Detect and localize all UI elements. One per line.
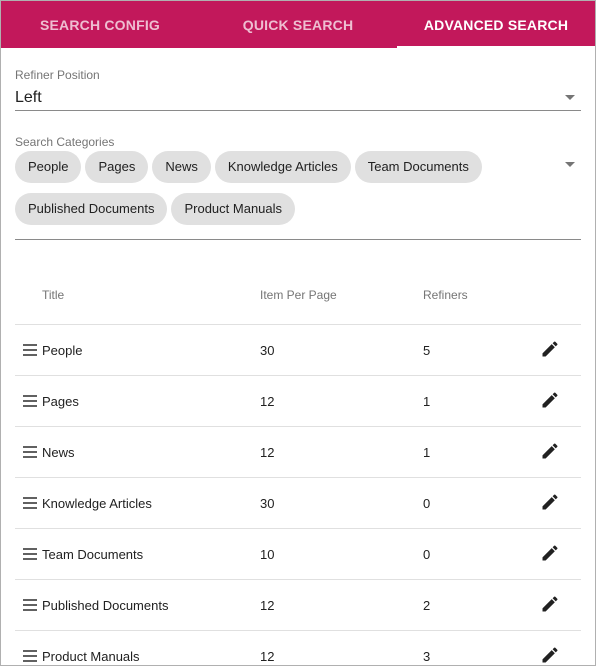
row-refiners: 1 (422, 426, 519, 478)
title-column-header: Title (41, 266, 259, 325)
category-chip[interactable]: Product Manuals (171, 193, 296, 225)
drag-cell (15, 579, 41, 631)
advanced-search-content: Refiner Position Left Search Categories … (1, 68, 595, 666)
pencil-icon[interactable] (539, 492, 561, 514)
drag-cell (15, 477, 41, 529)
category-chip[interactable]: Knowledge Articles (214, 151, 351, 183)
pencil-icon[interactable] (539, 543, 561, 565)
drag-cell (15, 630, 41, 665)
edit-cell (519, 375, 581, 427)
drag-cell (15, 528, 41, 580)
row-refiners: 1 (422, 375, 519, 427)
advanced-search-panel: SEARCH CONFIG QUICK SEARCH ADVANCED SEAR… (0, 0, 596, 666)
drag-cell (15, 324, 41, 376)
edit-cell (519, 630, 581, 666)
tab-advanced-search[interactable]: ADVANCED SEARCH (397, 1, 595, 48)
edit-cell (519, 426, 581, 478)
category-chip[interactable]: Team Documents (354, 151, 482, 183)
pencil-icon[interactable] (539, 645, 561, 666)
pencil-icon[interactable] (539, 441, 561, 463)
row-refiners: 2 (422, 579, 519, 631)
table-row: Team Documents 10 0 (15, 528, 581, 580)
drag-cell (15, 426, 41, 478)
refiner-position-value: Left (15, 89, 42, 106)
category-chip[interactable]: News (152, 151, 211, 183)
drag-handle-icon[interactable] (23, 392, 37, 410)
pencil-icon[interactable] (539, 594, 561, 616)
chevron-down-icon (565, 162, 575, 167)
row-title: Team Documents (41, 528, 259, 580)
table-row: Knowledge Articles 30 0 (15, 477, 581, 529)
edit-cell (519, 324, 581, 376)
row-title: Knowledge Articles (41, 477, 259, 529)
row-refiners: 0 (422, 477, 519, 529)
row-title: Product Manuals (41, 630, 259, 665)
category-chip[interactable]: Published Documents (15, 193, 168, 225)
items-per-page-column-header: Item Per Page (259, 266, 422, 325)
table-row: Product Manuals 12 3 (15, 630, 581, 666)
drag-handle-icon[interactable] (23, 647, 37, 665)
drag-handle-icon[interactable] (23, 443, 37, 461)
table-header-row: Title Item Per Page Refiners (15, 266, 581, 325)
refiner-position-label: Refiner Position (15, 68, 100, 82)
refiners-column-header: Refiners (422, 266, 519, 325)
edit-cell (519, 579, 581, 631)
table-row: Pages 12 1 (15, 375, 581, 427)
drag-handle-icon[interactable] (23, 341, 37, 359)
category-chip-list: People Pages News Knowledge Articles Team Do… (15, 151, 555, 239)
edit-cell (519, 528, 581, 580)
table-row: Published Documents 12 2 (15, 579, 581, 631)
row-title: Published Documents (41, 579, 259, 631)
pencil-icon[interactable] (539, 390, 561, 412)
tab-search-config[interactable]: SEARCH CONFIG (1, 1, 199, 48)
row-items-per-page: 12 (259, 375, 422, 427)
drag-handle-icon[interactable] (23, 494, 37, 512)
drag-column-header (15, 266, 41, 325)
row-refiners: 0 (422, 528, 519, 580)
refiner-position-select[interactable]: Refiner Position Left (15, 68, 581, 111)
table-row: People 30 5 (15, 324, 581, 376)
row-items-per-page: 12 (259, 630, 422, 665)
row-refiners: 3 (422, 630, 519, 665)
actions-column-header (519, 266, 581, 325)
drag-cell (15, 375, 41, 427)
row-items-per-page: 12 (259, 426, 422, 478)
drag-handle-icon[interactable] (23, 596, 37, 614)
edit-cell (519, 477, 581, 529)
row-items-per-page: 12 (259, 579, 422, 631)
row-items-per-page: 30 (259, 477, 422, 529)
search-categories-label: Search Categories (15, 135, 115, 149)
row-title: News (41, 426, 259, 478)
row-items-per-page: 30 (259, 324, 422, 376)
row-refiners: 5 (422, 324, 519, 376)
drag-handle-icon[interactable] (23, 545, 37, 563)
chevron-down-icon (565, 95, 575, 100)
category-chip[interactable]: Pages (85, 151, 149, 183)
search-categories-select[interactable]: Search Categories People Pages News Knowled… (15, 135, 581, 240)
table-body: People 30 5 Pages 12 1 News 12 1 Knowledge Articl… (15, 324, 581, 666)
table-row: News 12 1 (15, 426, 581, 478)
categories-table: Title Item Per Page Refiners People 30 5 Pa… (15, 266, 581, 666)
category-chip[interactable]: People (15, 151, 82, 183)
row-title: Pages (41, 375, 259, 427)
pencil-icon[interactable] (539, 339, 561, 361)
row-items-per-page: 10 (259, 528, 422, 580)
row-title: People (41, 324, 259, 376)
tab-bar: SEARCH CONFIG QUICK SEARCH ADVANCED SEAR… (1, 1, 595, 48)
tab-quick-search[interactable]: QUICK SEARCH (199, 1, 397, 48)
